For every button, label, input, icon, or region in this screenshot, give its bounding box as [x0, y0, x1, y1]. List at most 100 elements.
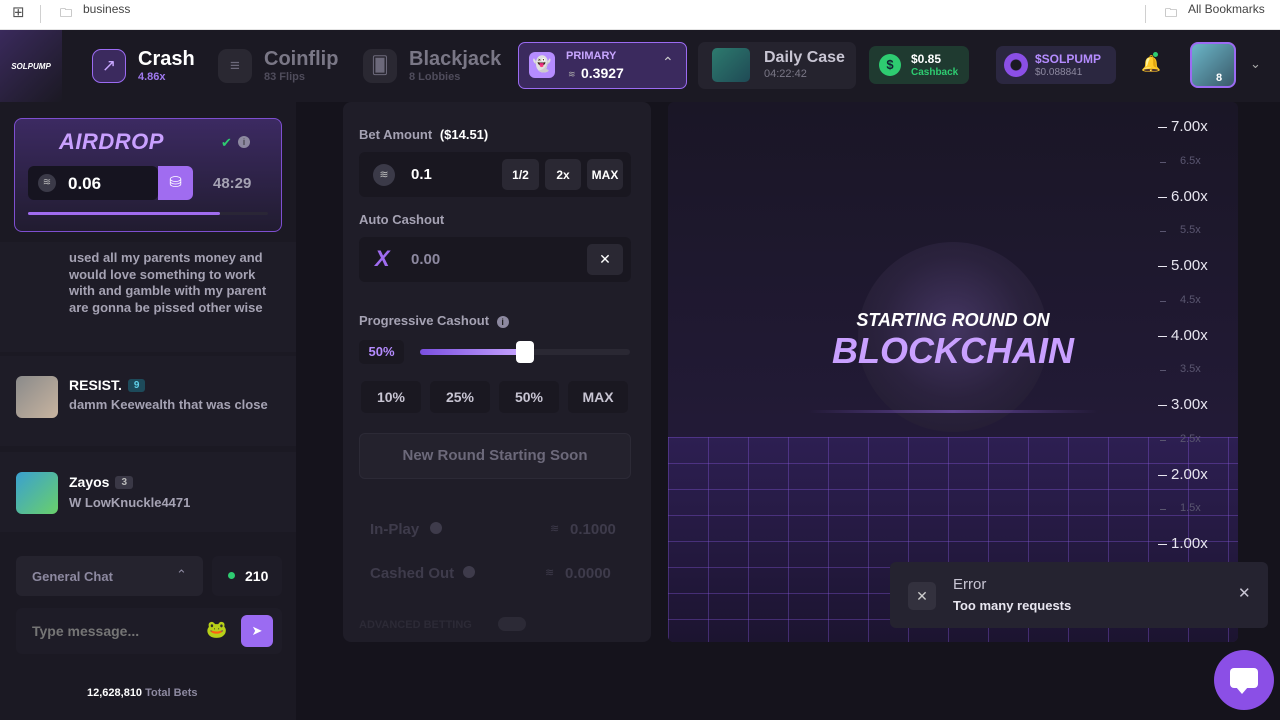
wallet-balance: 0.3927	[581, 65, 624, 81]
apps-grid-icon[interactable]: ⊞	[12, 3, 25, 21]
nav-blackjack-sub: 8 Lobbies	[409, 71, 461, 83]
clear-button[interactable]: ✕	[587, 244, 623, 275]
airdrop-amount: 0.06	[68, 174, 102, 193]
emoji-icon[interactable]: 🐸	[206, 620, 227, 640]
avatar[interactable]	[16, 472, 58, 514]
coin-icon: ≡	[218, 49, 252, 83]
avatar[interactable]: 8	[1190, 42, 1236, 88]
auto-cashout-label: Auto Cashout	[359, 212, 445, 227]
airdrop-amount-field: ≋ 0.06	[28, 166, 158, 200]
chevron-up-icon[interactable]: ⌃	[662, 54, 674, 71]
crash-game-canvas: STARTING ROUND ON BLOCKCHAIN 7.00x 6.5x 6.…	[668, 102, 1238, 642]
bell-icon[interactable]: 🔔	[1141, 54, 1161, 74]
bet-amount-input[interactable]	[403, 152, 493, 197]
axis-tick-mark	[1160, 370, 1166, 372]
level-badge: 3	[115, 476, 134, 489]
axis-tick-mark	[1160, 161, 1166, 163]
wallet-selector[interactable]: 👻 PRIMARY ≋ 0.3927 ⌃	[518, 42, 687, 89]
chevron-down-icon[interactable]: ⌄	[1250, 56, 1261, 72]
preset-25-button[interactable]: 25%	[430, 381, 490, 413]
axis-tick-label: 1.00x	[1171, 535, 1208, 552]
axis-tick-label: 6.00x	[1171, 187, 1208, 205]
cashed-out-label: Cashed Out	[370, 565, 455, 582]
nav-crash[interactable]: ↗ Crash 4.86x	[92, 44, 195, 88]
preset-max-button[interactable]: MAX	[568, 381, 628, 413]
daily-case-timer: 04:22:42	[764, 68, 807, 80]
online-dot-icon	[228, 572, 235, 579]
axis-tick-label: 3.00x	[1171, 396, 1208, 413]
close-icon: ✕	[599, 251, 611, 267]
nav-crash-title: Crash	[138, 48, 195, 70]
send-button[interactable]: ➤	[241, 615, 273, 647]
total-bets: 12,628,810 Total Bets	[87, 687, 197, 699]
nav-coinflip[interactable]: ≡ Coinflip 83 Flips	[218, 44, 338, 88]
bet-amount-usd: ($14.51)	[439, 127, 489, 142]
wallet-label: PRIMARY	[566, 50, 617, 62]
chat-bubble-tail	[1236, 687, 1248, 694]
level-badge: 9	[127, 379, 146, 392]
chat-input[interactable]	[16, 608, 196, 654]
token-price[interactable]: $SOLPUMP $0.088841	[996, 46, 1116, 84]
total-bets-label: Total Bets	[145, 687, 198, 699]
advanced-betting-toggle[interactable]	[498, 617, 526, 631]
preset-50-button[interactable]: 50%	[499, 381, 559, 413]
chat-username[interactable]: RESIST. 9	[69, 377, 146, 393]
round-status-line1: STARTING ROUND ON	[856, 310, 1050, 330]
axis-tick-label: 2.5x	[1180, 432, 1201, 445]
progressive-cashout-label: Progressive Cashout i	[359, 313, 509, 328]
avatar[interactable]	[16, 376, 58, 418]
in-play-label: In-Play	[370, 521, 420, 538]
chat-channel-select[interactable]: General Chat ⌃	[16, 556, 203, 596]
bookmark-folder-business[interactable]: business	[83, 2, 130, 16]
nav-blackjack[interactable]: 🂠 Blackjack 8 Lobbies	[363, 44, 501, 88]
chat-bubble-icon	[1230, 668, 1258, 688]
info-icon[interactable]: i	[238, 136, 250, 148]
divider	[1145, 5, 1146, 23]
cards-icon: 🂠	[363, 49, 397, 83]
chat-username-text: Zayos	[69, 474, 110, 490]
auto-cashout-input[interactable]	[403, 237, 553, 282]
site-logo[interactable]: SOLPUMP	[0, 30, 62, 102]
nav-blackjack-title: Blackjack	[409, 48, 502, 70]
axis-tick-label: 5.5x	[1180, 224, 1201, 237]
all-bookmarks[interactable]: All Bookmarks	[1188, 2, 1265, 16]
axis-tick-mark	[1160, 300, 1166, 302]
sol-icon: ≋	[38, 174, 56, 192]
slider-handle[interactable]	[516, 341, 534, 363]
chat-username[interactable]: Zayos 3	[69, 474, 134, 490]
double-bet-button[interactable]: 2x	[545, 159, 581, 190]
online-count: 210	[212, 556, 282, 596]
axis-tick-mark	[1158, 474, 1167, 476]
chat-message-text: W LowKnuckle4471	[69, 495, 191, 510]
online-count-value: 210	[245, 568, 269, 584]
info-icon	[463, 566, 475, 578]
daily-case-title: Daily Case	[764, 49, 845, 66]
gift-icon[interactable]: ⛁	[158, 166, 193, 200]
token-name: $SOLPUMP	[1035, 52, 1102, 66]
sol-icon: ≋	[568, 69, 576, 79]
axis-tick-mark	[1158, 335, 1167, 337]
half-bet-button[interactable]: 1/2	[502, 159, 539, 190]
airdrop-progress-track	[28, 212, 268, 215]
preset-10-button[interactable]: 10%	[361, 381, 421, 413]
axis-tick-label: 4.5x	[1180, 293, 1201, 306]
list-item: used all my parents money and would love…	[0, 242, 296, 352]
progressive-slider[interactable]	[420, 341, 630, 363]
progressive-cashout-text: Progressive Cashout	[359, 313, 490, 328]
axis-tick-mark	[1160, 509, 1166, 511]
max-bet-button[interactable]: MAX	[587, 159, 623, 190]
close-icon[interactable]: ✕	[1238, 584, 1251, 602]
cashback-button[interactable]: $ $0.85 Cashback	[869, 46, 969, 84]
total-bets-value: 12,628,810	[87, 687, 143, 699]
axis-tick-mark	[1158, 544, 1167, 545]
place-bet-button[interactable]: New Round Starting Soon	[359, 433, 631, 479]
bookmarks-bar: ⊞ 🗀 business 🗀 All Bookmarks	[0, 0, 1280, 30]
info-icon[interactable]: i	[496, 316, 509, 328]
multiplier-x-icon: X	[375, 246, 390, 271]
axis-tick-mark	[1158, 266, 1167, 267]
ghost-icon: 👻	[529, 52, 555, 78]
list-item: Zayos 3 W LowKnuckle4471	[0, 452, 296, 532]
daily-case[interactable]: Daily Case 04:22:42	[698, 42, 856, 89]
support-chat-button[interactable]	[1214, 650, 1274, 710]
axis-tick-label: 3.5x	[1180, 363, 1201, 376]
